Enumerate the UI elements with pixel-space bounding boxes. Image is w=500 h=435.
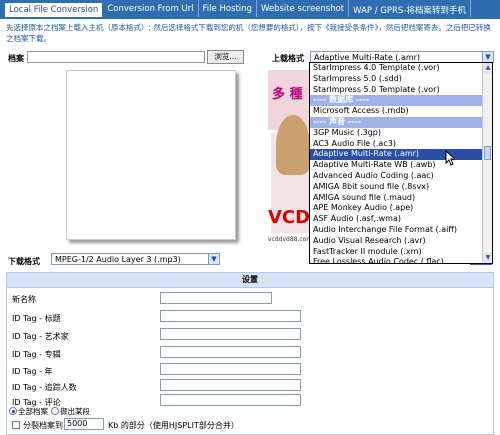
- radio-all-files-label: 全部档案: [18, 407, 48, 416]
- id-tag-title-label: ID Tag - 标题: [12, 314, 61, 323]
- dropdown-option[interactable]: ASF Audio (.asf,.wma): [310, 214, 492, 225]
- dropdown-option[interactable]: Adaptive Multi-Rate WB (.awb): [310, 160, 492, 171]
- dropdown-option[interactable]: AC3 Audio File (.ac3): [310, 139, 492, 150]
- tab-2[interactable]: File Hosting: [199, 0, 257, 18]
- split-size-input[interactable]: 5000: [64, 418, 104, 430]
- browse-button[interactable]: 浏览...: [207, 50, 244, 64]
- scroll-thumb[interactable]: [484, 146, 491, 160]
- radio-extract-part[interactable]: [51, 407, 59, 415]
- tab-3[interactable]: Website screenshot: [257, 0, 350, 18]
- id-tag-track-label: ID Tag - 追踪人数: [12, 383, 77, 392]
- chevron-down-icon[interactable]: ▼: [482, 52, 493, 62]
- dropdown-option[interactable]: FastTracker II module (.xm): [310, 247, 492, 258]
- ad-photo: [276, 115, 310, 175]
- upload-format-label: 上载格式: [272, 54, 304, 63]
- dropdown-option[interactable]: Advanced Audio Coding (.aac): [310, 171, 492, 182]
- dropdown-option[interactable]: APE Monkey Audio (.ape): [310, 203, 492, 214]
- id-tag-album-input[interactable]: [160, 346, 301, 358]
- id-tag-track-input[interactable]: [160, 379, 301, 391]
- split-suffix-label: Kb 的部分（使用HJSPLIT部分合并）: [108, 421, 239, 430]
- scroll-up-icon[interactable]: ▲: [483, 63, 492, 73]
- id-tag-artist-input[interactable]: [160, 328, 301, 340]
- ad-top-text: 多 種: [272, 87, 303, 102]
- scroll-down-icon[interactable]: ▼: [483, 253, 492, 263]
- upload-format-dropdown-list[interactable]: StarImpress 4.0 Template (.vor) StarImpre…: [309, 62, 493, 264]
- id-tag-comment-input[interactable]: [160, 394, 301, 406]
- dropdown-option[interactable]: StarImpress 5.0 Template (.vor): [310, 85, 492, 96]
- advertisement[interactable]: 多 種 VCD: [268, 67, 313, 245]
- dropdown-option[interactable]: Adaptive Multi-Rate (.amr): [310, 149, 492, 161]
- split-file-label: 分裂档案到: [23, 421, 63, 430]
- settings-header: 设置: [6, 272, 494, 288]
- dropdown-option[interactable]: StarImpress 4.0 Template (.vor): [310, 63, 492, 74]
- radio-all-files[interactable]: [9, 407, 17, 415]
- instructions-text: 先选择原本之档案上载入主机（原本格式）; 然后选择格式下载到您的机（您想要的格式…: [6, 23, 491, 43]
- dropdown-option[interactable]: StarImpress 5.0 (.sdd): [310, 74, 492, 85]
- dropdown-option[interactable]: Audio Interchange File Format (.aiff): [310, 225, 492, 236]
- tab-4[interactable]: WAP / GPRS-将档案转到手机: [349, 0, 471, 18]
- chevron-down-icon[interactable]: ▼: [208, 254, 219, 264]
- dropdown-option[interactable]: AMIGA sound file (.maud): [310, 193, 492, 204]
- file-label: 档案: [8, 54, 24, 63]
- dropdown-option[interactable]: 3GP Music (.3gp): [310, 128, 492, 139]
- new-name-label: 新名称: [12, 295, 36, 304]
- dropdown-option[interactable]: Audio Visual Research (.avr): [310, 236, 492, 247]
- id-tag-artist-label: ID Tag - 艺术家: [12, 332, 69, 341]
- dropdown-option[interactable]: Microsoft Access (.mdb): [310, 106, 492, 117]
- tab-underline: [0, 17, 500, 19]
- split-file-checkbox[interactable]: [12, 421, 20, 429]
- radio-extract-part-label: 撷出某段: [60, 407, 90, 416]
- download-format-value: MPEG-1/2 Audio Layer 3 (.mp3): [55, 255, 181, 264]
- dropdown-option[interactable]: AMIGA 8bit sound file (.8svx): [310, 182, 492, 193]
- tab-1[interactable]: Conversion From Url: [103, 0, 199, 18]
- dropdown-group-header: ---- 声音 ----: [310, 116, 492, 128]
- id-tag-year-input[interactable]: [160, 363, 301, 375]
- ad-url: vcddvd88.com: [268, 236, 313, 243]
- download-format-select[interactable]: MPEG-1/2 Audio Layer 3 (.mp3) ▼: [51, 253, 220, 265]
- mouse-cursor-icon: [445, 150, 455, 166]
- file-path-input[interactable]: [27, 51, 205, 63]
- id-tag-album-label: ID Tag - 专辑: [12, 350, 61, 359]
- tab-0[interactable]: Local File Conversion: [4, 2, 104, 18]
- id-tag-year-label: ID Tag - 年: [12, 367, 53, 376]
- download-format-label: 下载格式: [8, 257, 40, 266]
- id-tag-title-input[interactable]: [160, 310, 301, 322]
- tab-bar: Local File Conversion Conversion From Url…: [0, 0, 500, 18]
- dropdown-option[interactable]: Free Lossless Audio Codec (.flac): [310, 257, 492, 263]
- ad-brand: VCD: [268, 207, 311, 228]
- upload-format-value: Adaptive Multi-Rate (.amr): [314, 53, 421, 62]
- new-name-input[interactable]: [160, 292, 272, 304]
- preview-box: [66, 70, 236, 240]
- dropdown-scrollbar[interactable]: ▲ ▼: [482, 63, 492, 263]
- dropdown-group-header: ---- 数据库 ----: [310, 95, 492, 107]
